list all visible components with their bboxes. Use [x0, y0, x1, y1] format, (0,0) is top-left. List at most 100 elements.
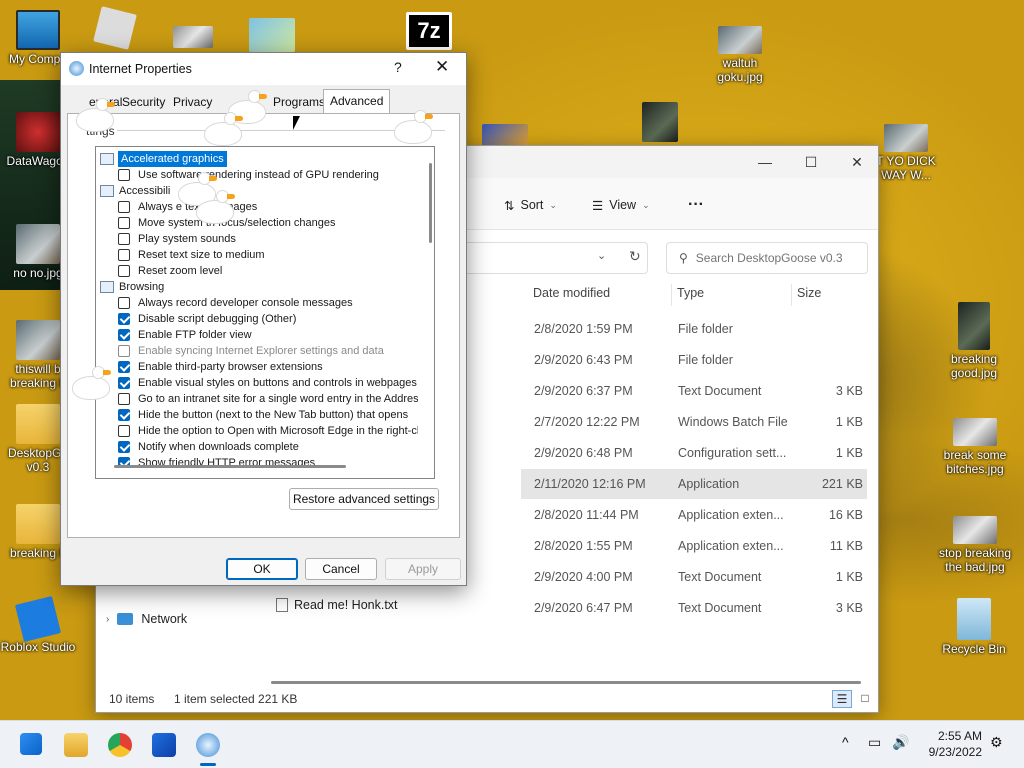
settings-checkbox[interactable]	[118, 441, 130, 453]
desktop-icon-label: break some bitches.jpg	[943, 448, 1007, 476]
settings-checkbox[interactable]	[118, 201, 130, 213]
column-header-type[interactable]: Type	[677, 286, 704, 300]
tiles-view-icon[interactable]: □	[856, 690, 874, 708]
tray-chevron-up-icon[interactable]: ^	[842, 734, 849, 750]
horizontal-scrollbar[interactable]	[271, 681, 861, 684]
sort-button[interactable]: ⇅ Sort ⌄	[504, 194, 557, 216]
search-box[interactable]: ⚲	[666, 242, 868, 274]
settings-checkbox[interactable]	[118, 297, 130, 309]
desktop-icon-7zip[interactable]: 7z	[404, 12, 454, 52]
notifications-icon[interactable]: ⚙	[990, 734, 1003, 751]
desktop-icon-break-some[interactable]: break some bitches.jpg	[936, 418, 1014, 476]
tab-privacy[interactable]: Privacy	[173, 91, 212, 113]
settings-checkbox-label: Enable syncing Internet Explorer setting…	[138, 345, 384, 357]
desktop-icon-photo-1[interactable]	[168, 26, 218, 50]
table-row[interactable]: 2/8/2020 11:44 PM Application exten... 1…	[521, 500, 867, 530]
tab-security[interactable]: Security	[122, 91, 165, 113]
goose-sprite[interactable]	[190, 190, 238, 228]
settings-checkbox-label: Go to an intranet site for a single word…	[138, 393, 418, 405]
maximize-icon[interactable]: ☐	[788, 150, 834, 174]
search-input[interactable]	[695, 251, 856, 265]
settings-checkbox[interactable]	[118, 361, 130, 373]
clock[interactable]: 2:55 AM 9/23/2022	[918, 729, 982, 759]
settings-checkbox[interactable]	[118, 377, 130, 389]
close-icon[interactable]: ✕	[834, 150, 880, 174]
goose-sprite[interactable]	[70, 98, 118, 136]
view-button[interactable]: ☰ View ⌄	[592, 194, 650, 216]
store-icon[interactable]	[152, 733, 176, 757]
dialog-titlebar[interactable]: Internet Properties ? ✕	[61, 53, 466, 85]
close-icon[interactable]: ✕	[435, 57, 449, 77]
desktop-icon-roblox[interactable]	[90, 6, 140, 50]
tab-advanced[interactable]: Advanced	[323, 89, 391, 113]
table-row-selected[interactable]: 2/11/2020 12:16 PM Application 221 KB	[521, 469, 867, 499]
view-label: View	[609, 198, 637, 212]
desktop-icon-waltuh-goku[interactable]: waltuh goku.jpg	[702, 26, 778, 84]
desktop-icon-label: waltuh goku.jpg	[717, 56, 763, 84]
tab-programs[interactable]: Programs	[273, 91, 325, 113]
settings-checkbox[interactable]	[118, 233, 130, 245]
desktop-icon-roblox-studio[interactable]: Roblox Studio	[0, 595, 76, 654]
nav-item-network[interactable]: › Network	[106, 612, 187, 626]
table-row[interactable]: 2/7/2020 12:22 PM Windows Batch File 1 K…	[521, 407, 867, 437]
horizontal-scrollbar[interactable]	[114, 465, 346, 468]
settings-checkbox[interactable]	[118, 425, 130, 437]
image-thumbnail-icon	[642, 102, 678, 142]
column-header-date[interactable]: Date modified	[533, 286, 610, 300]
desktop-icon-stop-breaking[interactable]: stop breaking the bad.jpg	[936, 516, 1014, 574]
chrome-icon[interactable]	[108, 733, 132, 757]
desktop-icon-breaking-good[interactable]: breaking good.jpg	[936, 302, 1012, 380]
start-windows-icon[interactable]	[20, 733, 42, 755]
goose-sprite[interactable]	[388, 110, 436, 148]
vertical-scrollbar[interactable]	[429, 163, 432, 243]
settings-checkbox[interactable]	[118, 329, 130, 341]
chevron-right-icon[interactable]: ›	[106, 614, 109, 625]
row-date: 2/11/2020 12:16 PM	[534, 477, 646, 491]
table-row[interactable]: 2/8/2020 1:59 PM File folder	[521, 314, 867, 344]
cancel-button[interactable]: Cancel	[305, 558, 377, 580]
settings-category-label: Accelerated graphics	[118, 151, 227, 167]
settings-checkbox[interactable]	[118, 169, 130, 181]
network-tray-icon[interactable]: ▭	[868, 734, 881, 751]
table-row[interactable]: 2/9/2020 6:43 PM File folder	[521, 345, 867, 375]
internet-properties-taskbar-icon[interactable]	[196, 733, 220, 757]
desktop-icon-label: Roblox Studio	[0, 640, 76, 654]
table-row[interactable]: 2/9/2020 6:37 PM Text Document 3 KB	[521, 376, 867, 406]
monitor-icon	[16, 10, 60, 50]
file-name-read-me[interactable]: Read me! Honk.txt	[276, 598, 398, 612]
desktop-icon-recycle-bin[interactable]: Recycle Bin	[936, 598, 1012, 656]
settings-checkbox[interactable]	[118, 265, 130, 277]
table-row[interactable]: 2/9/2020 6:47 PM Text Document 3 KB	[521, 593, 867, 623]
settings-checkbox[interactable]	[118, 313, 130, 325]
desktop-icon-photo-3[interactable]	[640, 102, 680, 144]
category-icon	[100, 185, 114, 197]
table-row[interactable]: 2/9/2020 4:00 PM Text Document 1 KB	[521, 562, 867, 592]
file-explorer-icon[interactable]	[64, 733, 88, 757]
settings-tree[interactable]: Accelerated graphics Use software renderi…	[95, 146, 435, 479]
desktop-icon-label: stop breaking the bad.jpg	[938, 546, 1012, 574]
goose-sprite[interactable]	[66, 366, 114, 404]
restore-advanced-settings-button[interactable]: Restore advanced settings	[289, 488, 439, 510]
apply-button[interactable]: Apply	[385, 558, 461, 580]
details-view-icon[interactable]: ☰	[832, 690, 852, 708]
volume-icon[interactable]: 🔊	[892, 734, 909, 751]
settings-checkbox[interactable]	[118, 345, 130, 357]
refresh-icon[interactable]: ↻	[629, 248, 641, 265]
column-header-size[interactable]: Size	[797, 286, 821, 300]
more-options-button[interactable]: ···	[688, 194, 704, 216]
settings-checkbox[interactable]	[118, 409, 130, 421]
chevron-down-icon[interactable]: ⌄	[597, 249, 606, 262]
sort-label: Sort	[520, 198, 544, 212]
row-date: 2/9/2020 6:43 PM	[534, 353, 633, 367]
settings-checkbox[interactable]	[118, 217, 130, 229]
active-app-indicator	[200, 763, 216, 766]
settings-checkbox[interactable]	[118, 249, 130, 261]
table-row[interactable]: 2/9/2020 6:48 PM Configuration sett... 1…	[521, 438, 867, 468]
desktop-icon-photo-2[interactable]	[245, 18, 299, 54]
settings-checkbox[interactable]	[118, 393, 130, 405]
table-row[interactable]: 2/8/2020 1:55 PM Application exten... 11…	[521, 531, 867, 561]
minimize-icon[interactable]: —	[742, 150, 788, 174]
ok-button[interactable]: OK	[226, 558, 298, 580]
goose-sprite[interactable]	[198, 112, 246, 150]
help-icon[interactable]: ?	[394, 59, 402, 75]
